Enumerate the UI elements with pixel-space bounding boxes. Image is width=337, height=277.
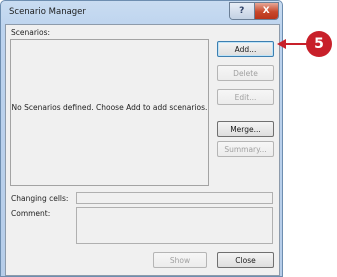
delete-button[interactable]: Delete — [217, 65, 274, 81]
add-button[interactable]: Add... — [217, 41, 274, 57]
callout-line — [285, 43, 307, 45]
changing-cells-field — [76, 192, 273, 204]
merge-button[interactable]: Merge... — [217, 121, 274, 137]
help-button[interactable]: ? — [230, 3, 255, 19]
summary-button[interactable]: Summary... — [217, 141, 274, 157]
title-bar[interactable]: Scenario Manager ? X — [1, 1, 282, 25]
close-icon: X — [262, 6, 270, 16]
show-button[interactable]: Show — [153, 252, 207, 268]
close-window-button[interactable]: X — [254, 3, 278, 19]
empty-scenarios-message: No Scenarios defined. Choose Add to add … — [11, 103, 208, 112]
scenario-manager-dialog: Scenario Manager ? X Scenarios: No Scena… — [0, 0, 283, 277]
title-bar-buttons: ? X — [229, 2, 279, 20]
step-badge: 5 — [306, 31, 332, 57]
comment-label: Comment: — [11, 209, 51, 218]
scenarios-label: Scenarios: — [11, 28, 51, 37]
dialog-body: Scenarios: No Scenarios defined. Choose … — [5, 24, 280, 276]
scenarios-list[interactable]: No Scenarios defined. Choose Add to add … — [10, 39, 209, 186]
close-button[interactable]: Close — [217, 252, 274, 268]
comment-field — [76, 207, 273, 244]
question-mark-icon: ? — [239, 6, 245, 16]
changing-cells-label: Changing cells: — [11, 194, 69, 203]
edit-button[interactable]: Edit... — [217, 89, 274, 105]
dialog-title: Scenario Manager — [9, 7, 86, 17]
